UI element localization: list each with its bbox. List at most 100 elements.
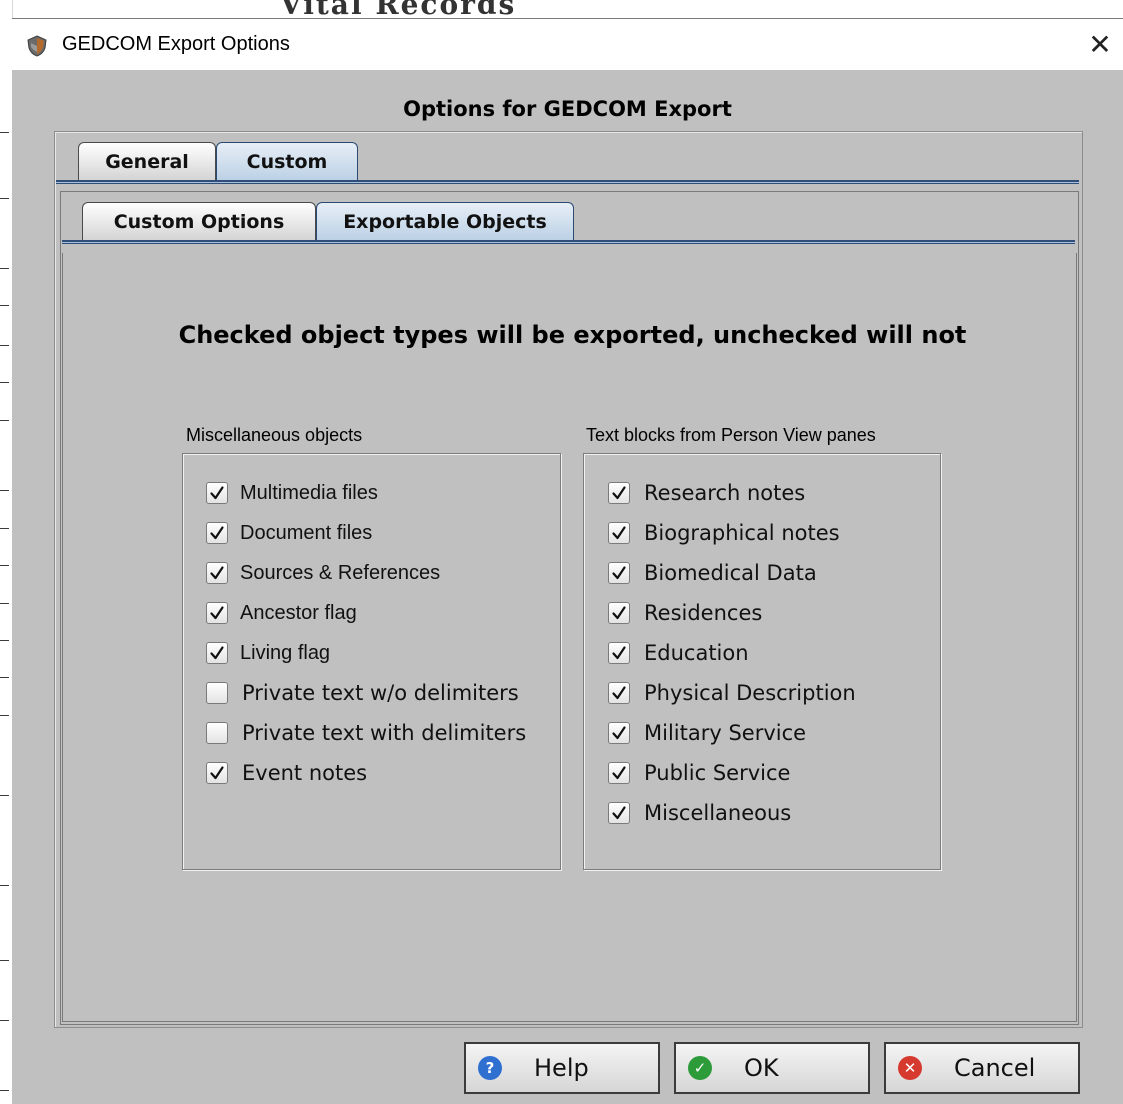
checkbox-row[interactable]: Private text with delimiters bbox=[206, 720, 526, 746]
checkbox-row[interactable]: Biomedical Data bbox=[608, 560, 817, 586]
checkbox-checked[interactable] bbox=[206, 522, 228, 544]
checkmark-icon bbox=[612, 486, 626, 500]
checkbox-checked[interactable] bbox=[608, 522, 630, 544]
ok-button[interactable]: ✓ OK bbox=[674, 1042, 870, 1094]
checkmark-icon bbox=[612, 606, 626, 620]
tab-custom-options[interactable]: Custom Options bbox=[82, 202, 316, 240]
checkbox-checked[interactable] bbox=[608, 722, 630, 744]
checkbox-row[interactable]: Research notes bbox=[608, 480, 805, 506]
cancel-button-label: Cancel bbox=[954, 1054, 1036, 1082]
checkmark-icon bbox=[612, 726, 626, 740]
checkbox-row[interactable]: Living flag bbox=[206, 640, 330, 666]
help-icon: ? bbox=[478, 1056, 502, 1080]
checkbox-checked[interactable] bbox=[608, 802, 630, 824]
tab-general[interactable]: General bbox=[78, 142, 216, 180]
checkbox-label: Sources & References bbox=[240, 561, 441, 584]
checkbox-row[interactable]: Sources & References bbox=[206, 560, 440, 586]
background-tick bbox=[0, 677, 9, 678]
checkbox-checked[interactable] bbox=[608, 682, 630, 704]
checkbox-checked[interactable] bbox=[206, 602, 228, 624]
checkbox-checked[interactable] bbox=[206, 642, 228, 664]
checkbox-label: Military Service bbox=[644, 721, 807, 745]
background-tick bbox=[0, 565, 9, 566]
tab-general-label: General bbox=[105, 150, 189, 173]
checkbox-unchecked[interactable] bbox=[206, 682, 228, 704]
tab-exportable-objects-label: Exportable Objects bbox=[343, 210, 547, 233]
text-group-label: Text blocks from Person View panes bbox=[586, 425, 876, 445]
checkbox-label: Private text w/o delimiters bbox=[242, 681, 519, 705]
background-tick bbox=[0, 305, 9, 306]
help-glyph: ? bbox=[485, 1059, 495, 1077]
checkbox-label: Ancestor flag bbox=[240, 601, 357, 624]
checkbox-row[interactable]: Military Service bbox=[608, 720, 806, 746]
background-tick bbox=[0, 490, 9, 491]
help-button[interactable]: ? Help bbox=[464, 1042, 660, 1094]
ok-button-label: OK bbox=[744, 1054, 779, 1082]
close-button[interactable]: ✕ bbox=[1077, 19, 1123, 70]
checkmark-icon bbox=[612, 766, 626, 780]
checkbox-row[interactable]: Education bbox=[608, 640, 749, 666]
background-tick bbox=[0, 382, 9, 383]
checkbox-checked[interactable] bbox=[608, 602, 630, 624]
background-tick bbox=[0, 1020, 9, 1021]
checkbox-checked[interactable] bbox=[206, 762, 228, 784]
checkbox-label: Private text with delimiters bbox=[242, 721, 527, 745]
checkbox-label: Physical Description bbox=[644, 681, 856, 705]
checkbox-unchecked[interactable] bbox=[206, 722, 228, 744]
subtab-strip-underline bbox=[62, 240, 1075, 244]
checkbox-checked[interactable] bbox=[608, 562, 630, 584]
checkbox-row[interactable]: Ancestor flag bbox=[206, 600, 357, 626]
checkmark-icon bbox=[210, 566, 224, 580]
checkbox-checked[interactable] bbox=[206, 562, 228, 584]
checkbox-row[interactable]: Event notes bbox=[206, 760, 367, 786]
background-tick bbox=[0, 420, 9, 421]
checkbox-label: Research notes bbox=[644, 481, 806, 505]
checkbox-row[interactable]: Document files bbox=[206, 520, 372, 546]
window-title: GEDCOM Export Options bbox=[62, 33, 290, 55]
checkmark-icon bbox=[210, 486, 224, 500]
checkbox-label: Education bbox=[644, 641, 749, 665]
tab-custom-label: Custom bbox=[246, 150, 328, 173]
checkbox-row[interactable]: Public Service bbox=[608, 760, 790, 786]
checkbox-checked[interactable] bbox=[608, 482, 630, 504]
checkbox-label: Miscellaneous bbox=[644, 801, 792, 825]
background-tick bbox=[0, 715, 9, 716]
tab-exportable-objects[interactable]: Exportable Objects bbox=[316, 202, 574, 240]
checkbox-row[interactable]: Miscellaneous bbox=[608, 800, 791, 826]
cancel-button[interactable]: ✕ Cancel bbox=[884, 1042, 1080, 1094]
checkmark-icon bbox=[210, 606, 224, 620]
checkbox-row[interactable]: Biographical notes bbox=[608, 520, 840, 546]
checkbox-row[interactable]: Residences bbox=[608, 600, 762, 626]
background-tick bbox=[0, 885, 9, 886]
checkmark-icon bbox=[210, 766, 224, 780]
checkmark-icon bbox=[210, 526, 224, 540]
checkbox-checked[interactable] bbox=[608, 642, 630, 664]
checkbox-label: Multimedia files bbox=[240, 481, 378, 504]
checkbox-checked[interactable] bbox=[206, 482, 228, 504]
background-tick bbox=[0, 268, 9, 269]
checkbox-label: Living flag bbox=[240, 641, 331, 664]
checkbox-row[interactable]: Private text w/o delimiters bbox=[206, 680, 519, 706]
checkbox-label: Biomedical Data bbox=[644, 561, 817, 585]
background-tick bbox=[0, 640, 9, 641]
checkbox-label: Biographical notes bbox=[644, 521, 840, 545]
cancel-circle-icon: ✕ bbox=[898, 1056, 922, 1080]
checkmark-icon bbox=[612, 566, 626, 580]
check-circle-icon: ✓ bbox=[688, 1056, 712, 1080]
checkbox-row[interactable]: Multimedia files bbox=[206, 480, 378, 506]
checkbox-label: Event notes bbox=[242, 761, 368, 785]
tab-custom-options-label: Custom Options bbox=[113, 210, 285, 233]
misc-group-label: Miscellaneous objects bbox=[186, 425, 363, 445]
close-icon: ✕ bbox=[1088, 28, 1112, 61]
tab-custom[interactable]: Custom bbox=[216, 142, 358, 180]
background-tick bbox=[0, 795, 9, 796]
cancel-glyph: ✕ bbox=[903, 1059, 917, 1077]
background-tick bbox=[0, 528, 9, 529]
checkmark-icon bbox=[612, 646, 626, 660]
checkbox-checked[interactable] bbox=[608, 762, 630, 784]
help-button-label: Help bbox=[534, 1054, 589, 1082]
checkbox-row[interactable]: Physical Description bbox=[608, 680, 856, 706]
background-tick bbox=[0, 603, 9, 604]
title-bar[interactable]: GEDCOM Export Options ✕ bbox=[12, 19, 1123, 70]
checkmark-icon bbox=[612, 806, 626, 820]
